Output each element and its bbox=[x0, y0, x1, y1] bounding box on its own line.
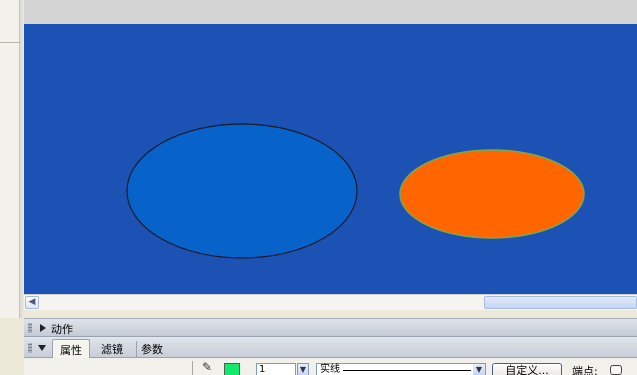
horizontal-scrollbar[interactable]: ◀ bbox=[24, 294, 637, 310]
scrollbar-thumb[interactable] bbox=[484, 296, 637, 309]
left-panel-divider bbox=[0, 42, 20, 43]
collapse-triangle-icon[interactable] bbox=[38, 345, 46, 351]
stroke-width-dropdown-icon[interactable]: ▼ bbox=[297, 363, 309, 375]
stroke-style-value: 实线 bbox=[320, 364, 340, 375]
scroll-left-arrow-icon[interactable]: ◀ bbox=[25, 296, 39, 309]
stage-shapes bbox=[126, 123, 585, 259]
pencil-icon: ✎ bbox=[202, 360, 213, 374]
stroke-style-select[interactable]: 实线 ▼ bbox=[316, 363, 486, 375]
stroke-style-preview bbox=[343, 370, 471, 371]
properties-panel-content: ✎ 1 ▼ 实线 ▼ 自定义... 端点: bbox=[24, 358, 637, 375]
expand-triangle-icon[interactable] bbox=[40, 324, 46, 332]
chevron-down-icon[interactable]: ▼ bbox=[473, 364, 485, 375]
actions-panel-header[interactable]: 动作 bbox=[24, 318, 637, 337]
stroke-width-input[interactable]: 1 bbox=[256, 363, 296, 375]
panel-gap bbox=[24, 310, 637, 318]
custom-stroke-button[interactable]: 自定义... bbox=[492, 363, 562, 375]
grip-icon[interactable] bbox=[28, 323, 32, 333]
stroke-color-swatch[interactable] bbox=[224, 363, 240, 375]
orange-ellipse[interactable] bbox=[399, 149, 585, 239]
cap-label: 端点: bbox=[572, 365, 598, 375]
divider bbox=[192, 361, 193, 375]
tab-filters[interactable]: 滤镜 bbox=[97, 341, 127, 357]
tab-parameters[interactable]: 参数 bbox=[136, 341, 167, 357]
left-panel bbox=[0, 0, 20, 318]
grip-icon[interactable] bbox=[28, 343, 32, 353]
blue-ellipse[interactable] bbox=[126, 123, 358, 259]
tab-properties[interactable]: 属性 bbox=[52, 339, 90, 358]
cap-style-icon[interactable] bbox=[610, 365, 622, 375]
properties-panel-header: 属性 滤镜 参数 bbox=[24, 338, 637, 358]
actions-panel-title[interactable]: 动作 bbox=[51, 321, 73, 337]
pasteboard-area bbox=[24, 0, 637, 24]
stage-canvas[interactable] bbox=[24, 24, 637, 294]
